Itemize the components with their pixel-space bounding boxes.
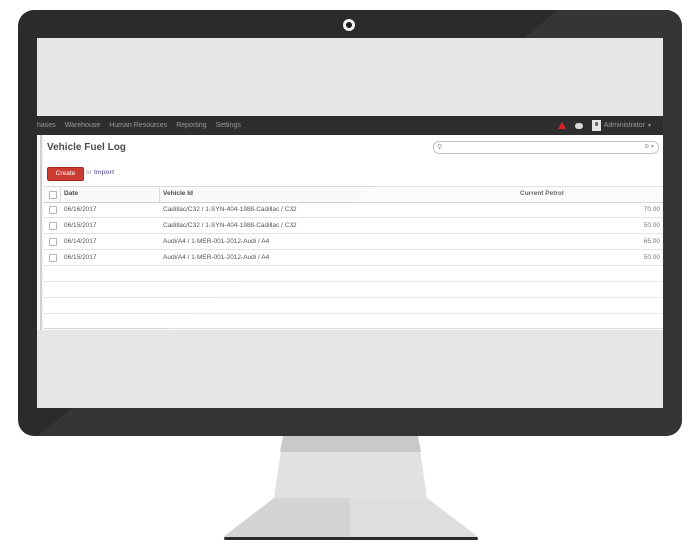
user-menu[interactable]: Administrator ▾ [591, 120, 651, 131]
import-link[interactable]: Import [94, 169, 114, 176]
user-name: Administrator [603, 122, 645, 129]
empty-row-line [44, 281, 663, 282]
row-checkbox[interactable] [49, 254, 57, 262]
search-options-icon[interactable]: ⚙ ▾ [644, 143, 654, 150]
camera-icon [343, 19, 355, 31]
search-input[interactable]: ⚲ ⚙ ▾ [433, 141, 659, 154]
column-separator [159, 187, 160, 202]
menu-item-human-resources[interactable]: Human Resources [109, 122, 167, 129]
or-text: or [86, 169, 92, 176]
row-checkbox[interactable] [49, 238, 57, 246]
table-header: Date Vehicle Id Current Petrol [44, 186, 663, 203]
row-checkbox[interactable] [49, 206, 57, 214]
row-checkbox[interactable] [49, 222, 57, 230]
table-row[interactable]: 06/15/2017 Audi/A4 / 1-MER-001-2012-Audi… [44, 250, 663, 266]
stand-base-edge [224, 537, 478, 540]
screen: hases Warehouse Human Resources Reportin… [37, 38, 663, 408]
top-navbar: hases Warehouse Human Resources Reportin… [37, 116, 663, 135]
empty-row-line [44, 313, 663, 314]
select-all-checkbox[interactable] [49, 191, 57, 199]
alert-icon[interactable] [557, 122, 566, 129]
table-row[interactable]: 06/14/2017 Audi/A4 / 1-MER-001-2012-Audi… [44, 234, 663, 250]
cell-current-petrol: 70.00 [643, 206, 660, 213]
cell-vehicle-id: Audi/A4 / 1-MER-001-2012-Audi / A4 [163, 238, 270, 245]
cell-current-petrol: 50.00 [643, 254, 660, 261]
left-rule [40, 135, 42, 330]
menu-item-warehouse[interactable]: Warehouse [65, 122, 101, 129]
column-header-current-petrol[interactable]: Current Petrol [520, 190, 564, 197]
cell-vehicle-id: Audi/A4 / 1-MER-001-2012-Audi / A4 [163, 254, 270, 261]
cell-date: 06/14/2017 [64, 238, 97, 245]
menu-item-reporting[interactable]: Reporting [176, 122, 206, 129]
topbar-right: Administrator ▾ [557, 116, 651, 135]
cell-date: 06/15/2017 [64, 254, 97, 261]
table-row[interactable]: 06/15/2017 Cadillac/C32 / 1-SYN-404-1988… [44, 218, 663, 234]
top-menu: hases Warehouse Human Resources Reportin… [37, 116, 250, 135]
column-separator [60, 187, 61, 202]
cell-current-petrol: 65.00 [643, 238, 660, 245]
create-button[interactable]: Create [47, 167, 84, 181]
cell-date: 06/16/2017 [64, 206, 97, 213]
cell-date: 06/15/2017 [64, 222, 97, 229]
column-header-vehicle-id[interactable]: Vehicle Id [163, 190, 193, 197]
cell-vehicle-id: Cadillac/C32 / 1-SYN-404-1988-Cadillac /… [163, 222, 297, 229]
menu-item-purchases[interactable]: hases [37, 122, 56, 129]
caret-down-icon: ▾ [647, 123, 651, 129]
chat-icon[interactable] [574, 122, 583, 129]
cell-current-petrol: 50.00 [643, 222, 660, 229]
empty-row-line [44, 297, 663, 298]
avatar [591, 120, 601, 131]
column-header-date[interactable]: Date [64, 190, 78, 197]
monitor-frame: hases Warehouse Human Resources Reportin… [18, 10, 682, 436]
table-row[interactable]: 06/16/2017 Cadillac/C32 / 1-SYN-404-1988… [44, 202, 663, 218]
cell-vehicle-id: Cadillac/C32 / 1-SYN-404-1988-Cadillac /… [163, 206, 297, 213]
search-icon: ⚲ [437, 144, 443, 151]
page-title: Vehicle Fuel Log [47, 142, 126, 153]
menu-item-settings[interactable]: Settings [216, 122, 241, 129]
